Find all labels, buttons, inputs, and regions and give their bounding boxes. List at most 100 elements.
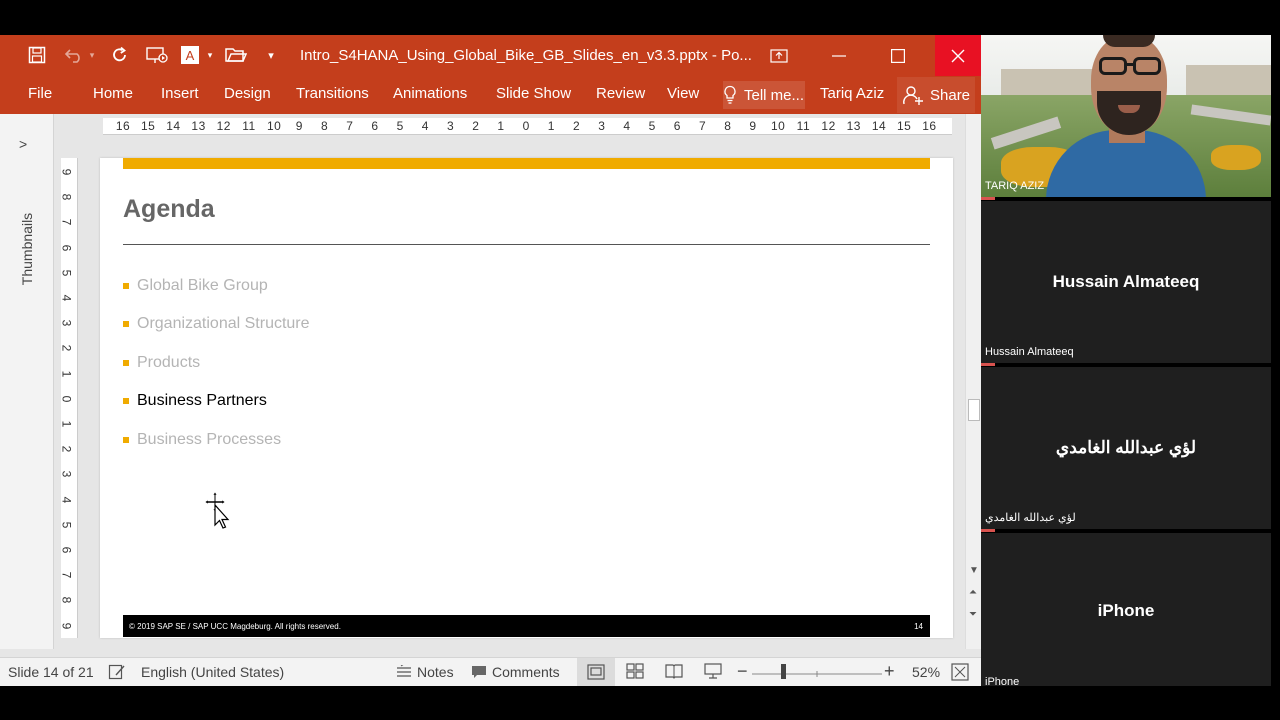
open-folder-icon[interactable] — [224, 44, 248, 66]
zoom-out-icon[interactable]: − — [737, 661, 748, 682]
ruler-tick-label: 3 — [447, 119, 455, 133]
save-icon[interactable] — [26, 44, 48, 66]
screen: ▾ A ▾ ▾ Intro_S4HANA_Using_Global_Bike_G… — [0, 0, 1280, 720]
thumbnails-label[interactable]: Thumbnails — [19, 213, 35, 285]
tab-slide-show[interactable]: Slide Show — [496, 85, 571, 102]
ruler-tick-label: 11 — [242, 119, 256, 133]
title-underline — [123, 244, 930, 245]
text-box-icon[interactable]: A — [179, 44, 201, 66]
zoom-slider[interactable] — [752, 671, 882, 677]
share-label: Share — [930, 86, 971, 104]
ruler-tick-label: 4 — [421, 119, 429, 133]
participant-tile[interactable]: لؤي عبدالله الغامدي لؤي عبدالله الغامدي — [981, 367, 1271, 529]
chevron-right-icon[interactable]: > — [19, 136, 27, 152]
participant-caption: لؤي عبدالله الغامدي — [985, 512, 1076, 524]
ruler-tick-label: 1 — [547, 119, 555, 133]
customize-toolbar-icon[interactable]: ▾ — [264, 44, 278, 66]
tab-insert[interactable]: Insert — [161, 85, 199, 102]
tab-view[interactable]: View — [667, 85, 699, 102]
ribbon-tabs: File Home Insert Design Transitions Anim… — [0, 76, 981, 114]
spelling-check-icon[interactable] — [108, 663, 126, 681]
normal-view-icon[interactable] — [577, 658, 615, 686]
next-slide-icon[interactable]: ⏷ — [969, 609, 977, 620]
slide-canvas[interactable]: Agenda Global Bike Group Organizational … — [100, 158, 953, 638]
notes-button[interactable]: Notes — [396, 664, 454, 680]
ribbon-display-options-icon[interactable] — [756, 35, 802, 76]
participant-display-name: iPhone — [1097, 601, 1155, 620]
slide-counter[interactable]: Slide 14 of 21 — [8, 664, 94, 680]
comments-button[interactable]: Comments — [471, 664, 560, 680]
maximize-icon[interactable] — [875, 35, 921, 76]
agenda-item-label: Business Processes — [137, 431, 282, 448]
ruler-tick-label: 6 — [371, 119, 379, 133]
ruler-tick-label: 2 — [573, 119, 581, 133]
scroll-down-arrow-icon[interactable]: ▼ — [969, 565, 979, 576]
zoom-slider-thumb[interactable] — [781, 664, 786, 679]
zoom-slider-track — [752, 671, 882, 677]
zoom-in-icon[interactable]: + — [884, 661, 895, 682]
tab-home[interactable]: Home — [93, 85, 133, 102]
ruler-tick-label: 16 — [922, 119, 937, 133]
redo-icon[interactable] — [109, 44, 131, 66]
zoom-level[interactable]: 52% — [912, 664, 940, 680]
ruler-tick-label: 5 — [396, 119, 404, 133]
ruler-tick-label: 2 — [59, 445, 74, 453]
tab-transitions[interactable]: Transitions — [296, 85, 369, 102]
ruler-tick-label: 7 — [59, 571, 74, 579]
bullet-square-icon — [123, 283, 129, 289]
comments-label: Comments — [492, 664, 560, 680]
slide-title[interactable]: Agenda — [123, 195, 215, 224]
close-icon[interactable] — [935, 35, 981, 76]
ruler-tick-label: 4 — [59, 496, 74, 503]
scrollbar-thumb[interactable] — [968, 399, 980, 421]
ruler-tick-label: 6 — [59, 244, 74, 251]
fit-to-window-icon[interactable] — [951, 663, 969, 681]
reading-view-icon[interactable] — [665, 663, 683, 679]
tab-animations[interactable]: Animations — [393, 85, 467, 102]
ruler-tick-label: 5 — [59, 269, 74, 277]
ruler-tick-label: 14 — [166, 119, 181, 133]
user-name[interactable]: Tariq Aziz — [820, 85, 884, 102]
slide-show-icon[interactable] — [704, 663, 722, 679]
vertical-ruler: 9 8 7 6 5 4 3 2 1 0 1 2 3 4 5 6 7 8 9 — [59, 158, 78, 638]
video-flowers — [1211, 145, 1261, 170]
ruler-tick-label: 7 — [59, 219, 74, 226]
participant-video-tile[interactable]: TARIQ AZIZ — [981, 35, 1271, 197]
agenda-item[interactable]: Global Bike Group — [123, 276, 268, 296]
language-indicator[interactable]: English (United States) — [141, 664, 284, 680]
tab-file[interactable]: File — [28, 85, 52, 102]
undo-dropdown-icon[interactable]: ▾ — [86, 44, 98, 66]
participant-tile[interactable]: Hussain Almateeq Hussain Almateeq — [981, 201, 1271, 363]
agenda-item-current[interactable]: Business Partners — [123, 391, 267, 411]
text-box-dropdown-icon[interactable]: ▾ — [204, 44, 216, 66]
previous-slide-icon[interactable]: ⏶ — [969, 587, 977, 598]
ruler-tick-label: 4 — [623, 119, 631, 133]
tab-review[interactable]: Review — [596, 85, 645, 102]
ruler-tick-label: 2 — [472, 119, 480, 133]
tab-design[interactable]: Design — [224, 85, 271, 102]
agenda-item[interactable]: Business Processes — [123, 430, 281, 450]
slide-sorter-icon[interactable] — [626, 663, 644, 679]
minimize-icon[interactable] — [816, 35, 862, 76]
ruler-tick-label: 10 — [267, 119, 282, 133]
ruler-tick-label: 9 — [59, 622, 74, 629]
share-button[interactable]: Share — [897, 77, 975, 113]
agenda-item[interactable]: Products — [123, 353, 200, 373]
tell-me-box[interactable]: Tell me... — [723, 81, 805, 109]
thumbnails-pane[interactable]: > Thumbnails — [0, 114, 54, 649]
agenda-item[interactable]: Organizational Structure — [123, 314, 310, 334]
slide-footer: © 2019 SAP SE / SAP UCC Magdeburg. All r… — [123, 615, 930, 637]
participant-display-name: لؤي عبدالله الغامدي — [1055, 438, 1197, 457]
ruler-tick-label: 13 — [191, 119, 206, 133]
share-person-icon — [903, 86, 923, 105]
participant-tile[interactable]: iPhone iPhone — [981, 533, 1271, 686]
ruler-tick-label: 1 — [59, 420, 74, 428]
vertical-scrollbar[interactable]: ▼ ⏶ ⏷ — [965, 114, 981, 649]
glasses-icon — [1099, 57, 1127, 75]
undo-icon[interactable] — [63, 44, 85, 66]
ruler-tick-label: 0 — [59, 395, 74, 403]
present-from-start-icon[interactable] — [145, 44, 169, 66]
ruler-tick-label: 7 — [346, 119, 354, 133]
ruler-tick-label: 9 — [749, 119, 757, 133]
ruler-tick-label: 10 — [771, 119, 786, 133]
